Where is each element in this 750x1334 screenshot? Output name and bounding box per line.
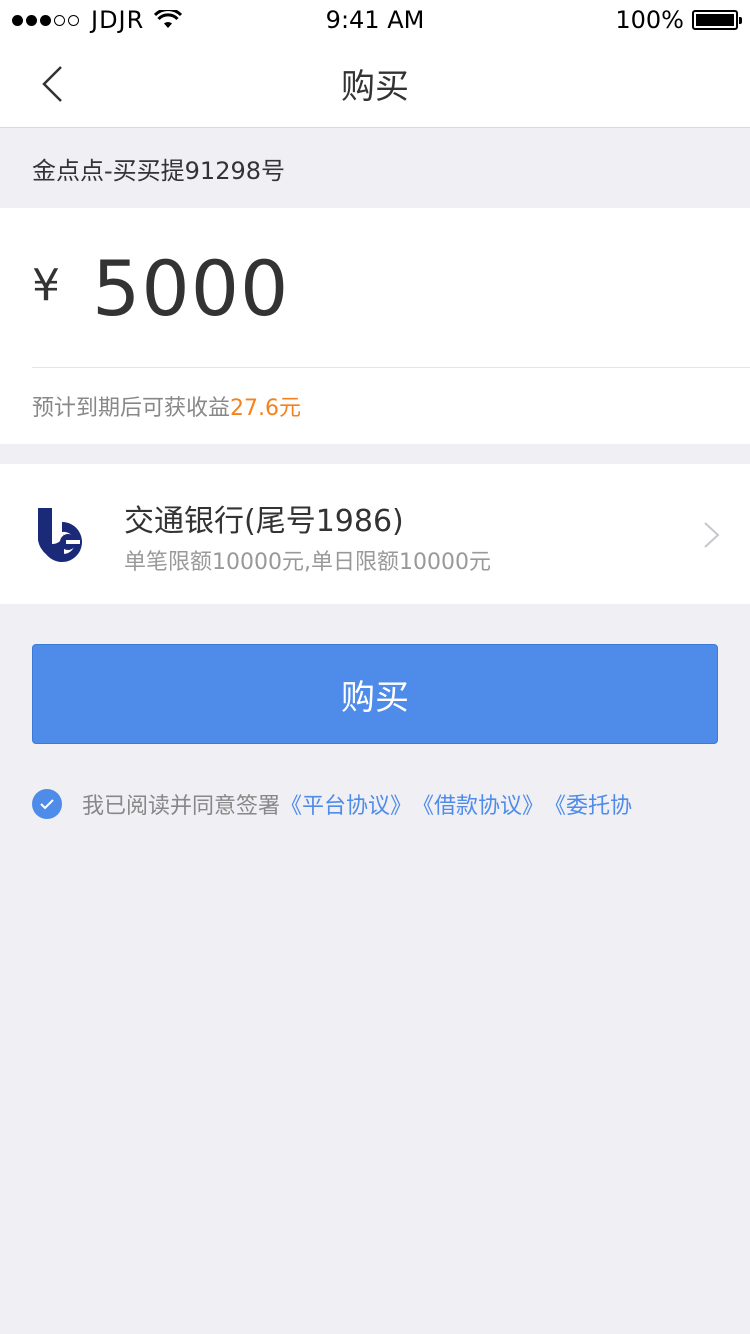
checkmark-icon xyxy=(40,799,54,810)
link-loan-agreement[interactable]: 《借款协议》 xyxy=(412,788,544,820)
earnings-amount: 27.6元 xyxy=(230,396,302,421)
earnings-label: 预计到期后可获收益 xyxy=(32,396,231,421)
agreement-row: 我已阅读并同意签署 《平台协议》 《借款协议》 《委托协 xyxy=(32,784,750,824)
bank-card-selector[interactable]: 交通银行(尾号1986) 单笔限额10000元,单日限额10000元 xyxy=(0,464,750,604)
buy-button[interactable]: 购买 xyxy=(32,644,718,744)
agree-checkbox[interactable] xyxy=(32,789,62,819)
bank-name: 交通银行(尾号1986) xyxy=(124,504,404,539)
bank-logo-icon xyxy=(38,508,82,562)
amount-value[interactable]: 5000 xyxy=(92,244,289,333)
currency-symbol: ¥ xyxy=(32,259,60,311)
product-name: 金点点-买买提91298号 xyxy=(32,156,286,185)
link-platform-agreement[interactable]: 《平台协议》 xyxy=(280,788,412,820)
chevron-right-icon xyxy=(704,522,720,548)
chevron-left-icon xyxy=(42,66,62,102)
back-button[interactable] xyxy=(24,56,80,112)
expected-earnings: 预计到期后可获收益 27.6元 xyxy=(32,368,301,444)
signal-strength-icon xyxy=(12,14,79,26)
amount-card: ¥ 5000 预计到期后可获收益 27.6元 xyxy=(0,208,750,444)
page-title: 购买 xyxy=(341,67,409,107)
status-bar: JDJR 9:41 AM 100% xyxy=(0,0,750,40)
status-left: JDJR xyxy=(12,6,183,34)
agreement-text: 我已阅读并同意签署 xyxy=(82,794,281,819)
carrier-name: JDJR xyxy=(91,6,145,34)
battery-percent: 100% xyxy=(615,6,684,34)
battery-icon xyxy=(692,10,742,30)
amount-input[interactable]: ¥ 5000 xyxy=(0,208,750,368)
nav-bar: 购买 xyxy=(0,40,750,128)
link-entrust-agreement[interactable]: 《委托协 xyxy=(544,788,632,820)
status-right: 100% xyxy=(615,6,742,34)
wifi-icon xyxy=(154,10,183,28)
bank-limit: 单笔限额10000元,单日限额10000元 xyxy=(124,550,491,575)
product-name-row: 金点点-买买提91298号 xyxy=(0,128,750,208)
